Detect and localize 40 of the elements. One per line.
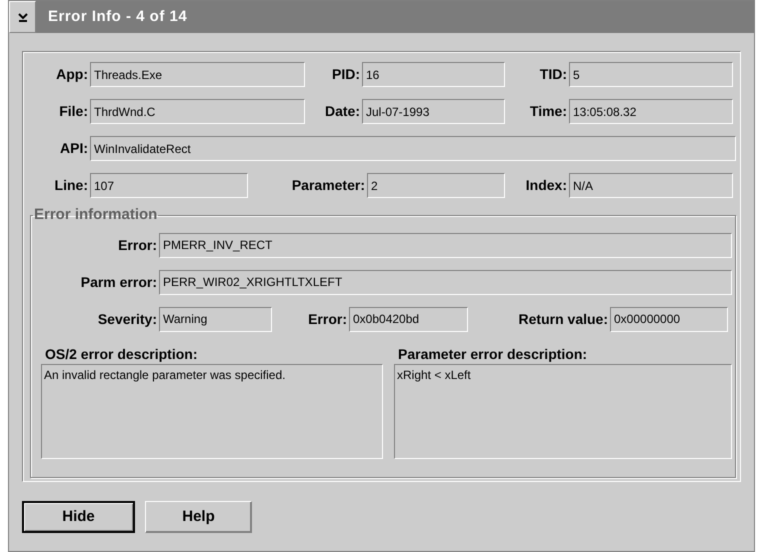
field-label: Error: xyxy=(118,236,157,254)
field-label: PID: xyxy=(332,65,360,84)
description-label: OS/2 error description: xyxy=(45,344,198,364)
system-menu-button[interactable] xyxy=(9,1,36,33)
field-label: Parm error: xyxy=(80,272,157,292)
field-label: Index: xyxy=(526,176,567,195)
value-field: 0x0b0420bd xyxy=(349,306,468,332)
value-field: PMERR_INV_RECT xyxy=(159,232,732,258)
field-label: File: xyxy=(59,102,88,121)
value-field: Threads.Exe xyxy=(90,62,305,87)
value-field: 0x00000000 xyxy=(610,306,728,332)
field-label: Severity: xyxy=(98,310,157,329)
value-field: 2 xyxy=(367,173,505,198)
field-label: API: xyxy=(60,139,88,158)
dialog-button[interactable]: Help xyxy=(145,501,252,533)
minimize-icon xyxy=(16,11,28,23)
field-label: TID: xyxy=(540,65,567,84)
value-field: Warning xyxy=(159,306,272,332)
value-field: 5 xyxy=(569,62,733,87)
description-label: Parameter error description: xyxy=(398,344,588,364)
window-title: Error Info - 4 of 14 xyxy=(48,6,188,27)
field-label: Parameter: xyxy=(292,176,365,195)
value-field: PERR_WIR02_XRIGHTLTXLEFT xyxy=(159,270,732,294)
value-field: Jul-07-1993 xyxy=(362,99,505,124)
value-field: ThrdWnd.C xyxy=(90,99,305,124)
field-label: Error: xyxy=(308,310,347,328)
value-field: WinInvalidateRect xyxy=(90,136,736,161)
group-title: Error information xyxy=(33,205,158,225)
description-box: xRight < xLeft xyxy=(394,364,732,458)
value-field: 13:05:08.32 xyxy=(569,99,733,124)
description-box: An invalid rectangle parameter was specified. xyxy=(41,364,383,458)
field-label: App: xyxy=(56,65,88,84)
field-label: Time: xyxy=(530,102,567,121)
dialog-button[interactable]: Hide xyxy=(22,501,135,533)
field-label: Line: xyxy=(54,176,88,195)
field-label: Date: xyxy=(324,102,360,121)
value-field: N/A xyxy=(569,173,733,198)
value-field: 16 xyxy=(362,62,505,87)
field-label: Return value: xyxy=(518,310,608,328)
value-field: 107 xyxy=(90,173,248,198)
